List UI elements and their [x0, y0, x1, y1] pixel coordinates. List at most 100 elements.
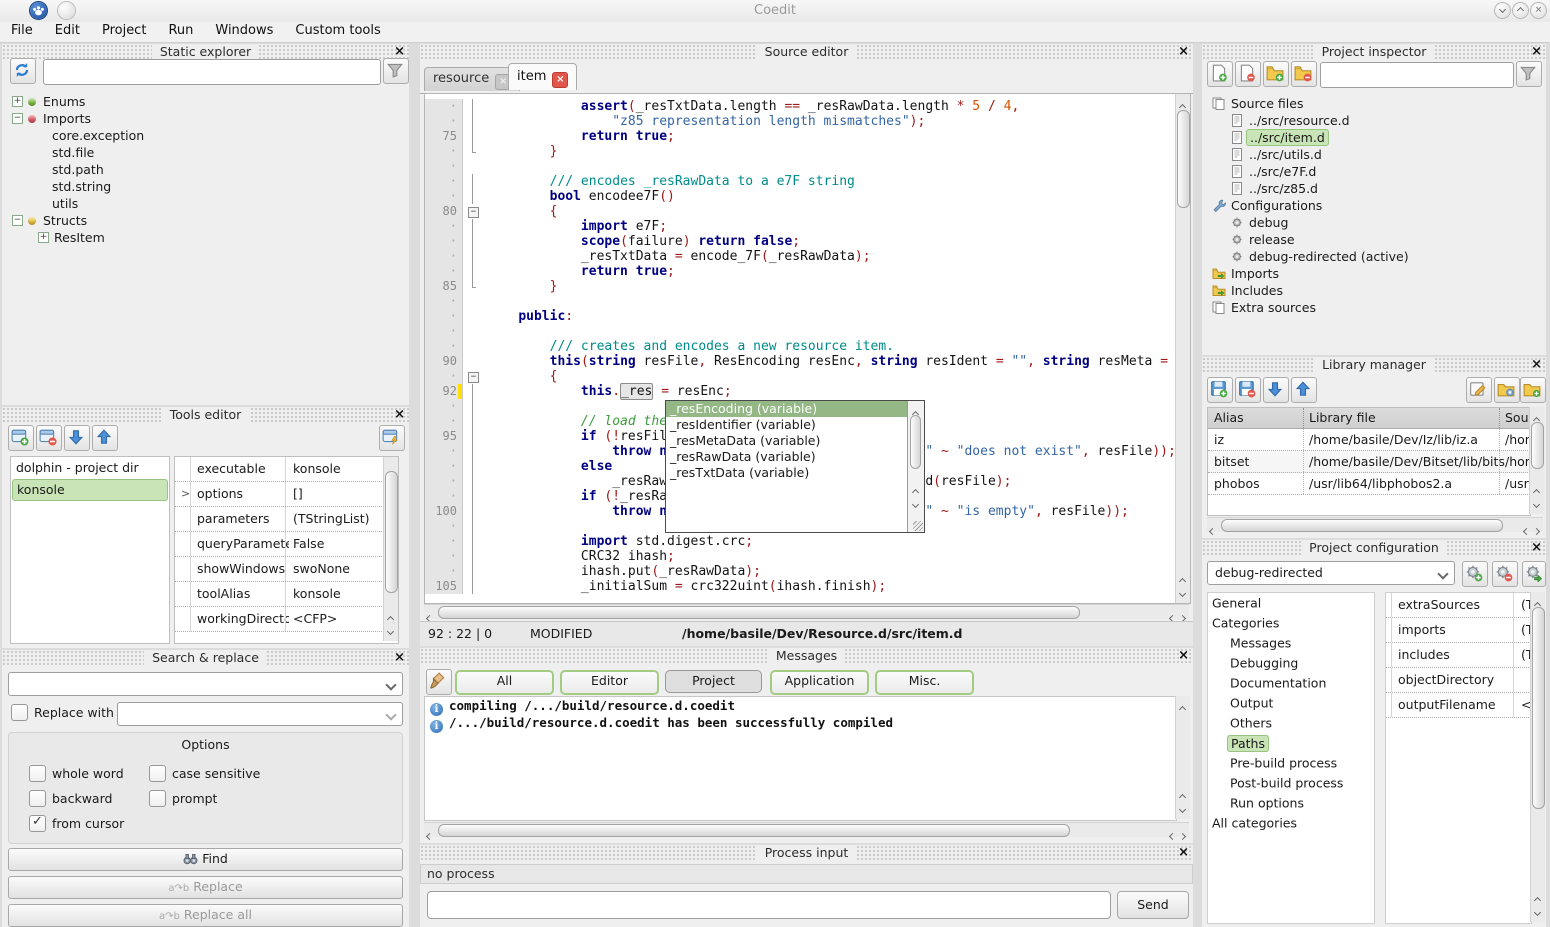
- expander-icon[interactable]: +: [12, 96, 23, 107]
- config-property-value[interactable]: (TStringList): [1515, 643, 1531, 667]
- code-line[interactable]: · /// encodes _resRawData to a e7F strin…: [425, 174, 1176, 189]
- tree-item-enums[interactable]: +Enums: [10, 92, 401, 109]
- inspector-item--src-item-d[interactable]: ../src/item.d: [1210, 128, 1540, 145]
- open-library-folder-button[interactable]: [1520, 377, 1546, 403]
- library-row[interactable]: phobos/usr/lib64/libphobos2.a/usr/lib64: [1208, 473, 1530, 495]
- code-line[interactable]: · public:: [425, 309, 1176, 324]
- config-category-all-categories[interactable]: All categories: [1208, 813, 1374, 833]
- code-line[interactable]: · {: [425, 369, 1176, 384]
- tool-list-item[interactable]: dolphin - project dir: [12, 458, 168, 478]
- config-property-row[interactable]: includes(TStringList): [1386, 643, 1531, 668]
- add-folder-button[interactable]: [1263, 61, 1289, 87]
- config-category-post-build-process[interactable]: Post-build process: [1208, 773, 1374, 793]
- replace-all-button[interactable]: a↷bReplace all: [8, 904, 403, 927]
- inspector-item-release[interactable]: release: [1210, 230, 1540, 247]
- tree-item-resitem[interactable]: +ResItem: [10, 228, 401, 245]
- inspector-filter-input[interactable]: [1320, 62, 1514, 88]
- inspector-item--src-utils-d[interactable]: ../src/utils.d: [1210, 145, 1540, 162]
- config-property-value[interactable]: [1515, 668, 1531, 692]
- code-line[interactable]: 90 this(string resFile, ResEncoding resE…: [425, 354, 1176, 369]
- remove-configuration-button[interactable]: [1492, 561, 1518, 587]
- property-row[interactable]: showWindowsswoNone: [175, 557, 398, 582]
- property-value[interactable]: <CFP>: [287, 607, 398, 631]
- fold-margin[interactable]: [464, 204, 481, 219]
- config-category-categories[interactable]: Categories: [1208, 613, 1374, 633]
- menu-project[interactable]: Project: [91, 22, 157, 39]
- config-category-run-options[interactable]: Run options: [1208, 793, 1374, 813]
- inspector-item-debug[interactable]: debug: [1210, 213, 1540, 230]
- tools-grid-scrollbar[interactable]: [383, 457, 398, 641]
- property-value[interactable]: swoNone: [287, 557, 398, 581]
- inspector-item--src-z85-d[interactable]: ../src/z85.d: [1210, 179, 1540, 196]
- search-term-combo[interactable]: [8, 672, 403, 696]
- messages-filter-editor[interactable]: Editor: [560, 670, 659, 695]
- config-category-others[interactable]: Others: [1208, 713, 1374, 733]
- remove-tool-button[interactable]: [36, 425, 62, 451]
- tree-item-std-file[interactable]: std.file: [10, 143, 401, 160]
- expander-icon[interactable]: −: [12, 113, 23, 124]
- tree-item-core-exception[interactable]: core.exception: [10, 126, 401, 143]
- menu-custom-tools[interactable]: Custom tools: [284, 22, 391, 39]
- move-tool-down-button[interactable]: [64, 425, 90, 451]
- config-property-row[interactable]: outputFilename<CAP>: [1386, 693, 1531, 718]
- tab-resource[interactable]: resource×: [424, 67, 520, 91]
- library-manager-titlebar[interactable]: Library manager ×: [1202, 357, 1546, 373]
- property-row[interactable]: toolAliaskonsole: [175, 582, 398, 607]
- close-icon[interactable]: ×: [394, 407, 405, 423]
- process-input-titlebar[interactable]: Process input ×: [420, 845, 1193, 861]
- tab-item[interactable]: item×: [508, 63, 577, 90]
- add-configuration-button[interactable]: [1462, 561, 1488, 587]
- config-category-general[interactable]: General: [1208, 593, 1374, 613]
- checkbox-case-sensitive[interactable]: [149, 765, 166, 782]
- add-source-button[interactable]: [1207, 61, 1233, 87]
- property-row[interactable]: workingDirectory<CFP>: [175, 607, 398, 632]
- close-icon[interactable]: ×: [1178, 648, 1189, 664]
- editor-horizontal-scrollbar[interactable]: [424, 604, 1189, 619]
- property-value[interactable]: False: [287, 532, 398, 556]
- library-row[interactable]: bitset/home/basile/Dev/Bitset/lib/bitset…: [1208, 451, 1530, 473]
- menu-windows[interactable]: Windows: [204, 22, 284, 39]
- messages-vertical-scrollbar[interactable]: [1175, 696, 1190, 819]
- menu-edit[interactable]: Edit: [44, 22, 91, 39]
- editor-vertical-scrollbar[interactable]: [1175, 94, 1190, 603]
- add-library-button[interactable]: [1207, 377, 1233, 403]
- checkbox-backward[interactable]: [29, 790, 46, 807]
- checkbox-prompt[interactable]: [149, 790, 166, 807]
- property-value[interactable]: (TStringList): [287, 507, 398, 531]
- remove-source-button[interactable]: [1235, 61, 1261, 87]
- menu-file[interactable]: File: [0, 22, 44, 39]
- expander-icon[interactable]: +: [38, 232, 49, 243]
- inspector-item-configurations[interactable]: Configurations: [1210, 196, 1540, 213]
- column-header-source[interactable]: Source: [1499, 408, 1530, 428]
- completion-item[interactable]: _resEncoding (variable): [666, 401, 908, 417]
- popup-scrollbar[interactable]: [907, 401, 924, 532]
- source-editor-titlebar[interactable]: Source editor ×: [420, 44, 1193, 60]
- messages-filter-project[interactable]: Project: [665, 670, 762, 693]
- property-row[interactable]: >options[]: [175, 482, 398, 507]
- refresh-button[interactable]: [10, 58, 36, 84]
- library-row[interactable]: iz/home/basile/Dev/Iz/lib/iz.a/home/basi…: [1208, 429, 1530, 451]
- config-category-output[interactable]: Output: [1208, 693, 1374, 713]
- completion-item[interactable]: _resMetaData (variable): [666, 433, 908, 449]
- replace-with-combo[interactable]: [117, 702, 403, 726]
- close-icon[interactable]: ×: [1531, 44, 1542, 60]
- config-property-value[interactable]: <CAP>: [1515, 693, 1531, 717]
- code-line[interactable]: · CRC32 ihash;: [425, 549, 1176, 564]
- completion-item[interactable]: _resRawData (variable): [666, 449, 908, 465]
- config-property-row[interactable]: extraSources(TStringList): [1386, 593, 1531, 618]
- config-category-messages[interactable]: Messages: [1208, 633, 1374, 653]
- messages-list[interactable]: icompiling /.../build/resource.d.coediti…: [424, 696, 1177, 821]
- code-line[interactable]: · return true;: [425, 264, 1176, 279]
- config-category-paths[interactable]: Paths: [1208, 733, 1374, 753]
- tool-list-item[interactable]: konsole: [12, 479, 168, 501]
- property-row[interactable]: queryParametersFalse: [175, 532, 398, 557]
- code-line[interactable]: · import e7F;: [425, 219, 1176, 234]
- inspector-item--src-resource-d[interactable]: ../src/resource.d: [1210, 111, 1540, 128]
- close-icon[interactable]: ×: [1531, 357, 1542, 373]
- code-line[interactable]: · }: [425, 144, 1176, 159]
- library-horizontal-scrollbar[interactable]: [1207, 517, 1543, 532]
- completion-item[interactable]: _resIdentifier (variable): [666, 417, 908, 433]
- project-configuration-titlebar[interactable]: Project configuration ×: [1202, 540, 1546, 556]
- config-category-pre-build-process[interactable]: Pre-build process: [1208, 753, 1374, 773]
- configuration-grid-scrollbar[interactable]: [1530, 592, 1545, 922]
